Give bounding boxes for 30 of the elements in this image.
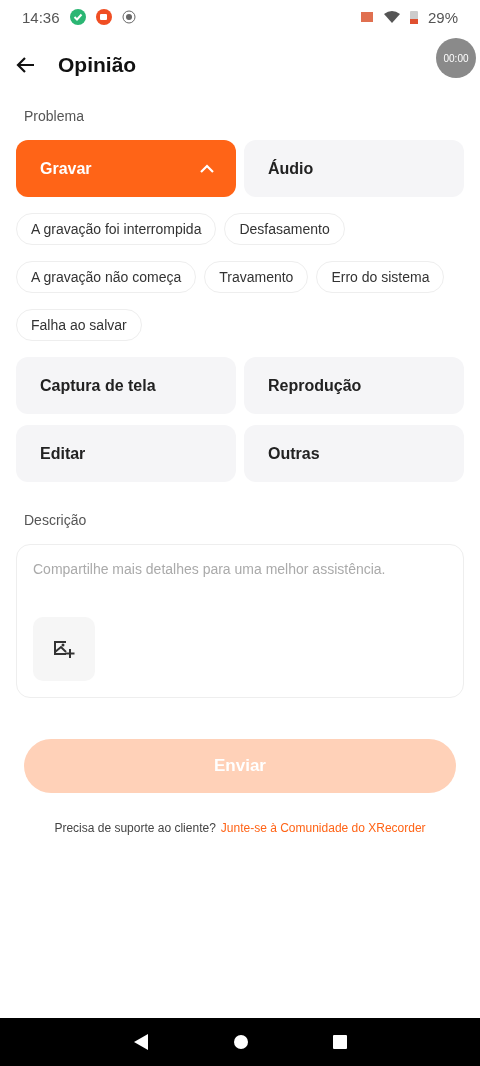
target-icon — [121, 10, 136, 24]
section-label: Problema — [23, 107, 85, 126]
wifi-icon — [383, 11, 400, 23]
home-nav-icon[interactable] — [234, 1035, 248, 1049]
category-button[interactable]: Captura de tela — [16, 357, 236, 414]
check-icon — [69, 9, 86, 25]
section-label: Descrição — [23, 511, 88, 530]
category-button[interactable]: Reprodução — [244, 357, 464, 414]
support-text: Precisa de suporte ao cliente? — [54, 821, 216, 835]
issue-chip[interactable]: Falha ao salvar — [16, 309, 142, 341]
issue-chip[interactable]: Travamento — [204, 261, 309, 293]
record-icon — [95, 9, 112, 25]
issue-chip[interactable]: Erro do sistema — [316, 261, 445, 293]
battery-percent: 29% — [427, 8, 458, 26]
category-button[interactable]: Áudio — [244, 140, 464, 197]
chevron-up-icon — [200, 164, 214, 173]
page-title: Opinião — [58, 53, 137, 77]
back-nav-icon[interactable] — [132, 1033, 149, 1051]
battery-icon — [409, 10, 418, 24]
category-button[interactable]: Editar — [16, 425, 236, 482]
add-image-button[interactable] — [33, 617, 95, 681]
issue-chip[interactable]: A gravação foi interrompida — [16, 213, 217, 245]
issue-chip[interactable]: Desfasamento — [224, 213, 345, 245]
issue-chip[interactable]: A gravação não começa — [16, 261, 197, 293]
category-button[interactable]: Outras — [244, 425, 464, 482]
back-arrow-icon[interactable] — [16, 55, 36, 75]
image-plus-icon — [53, 639, 75, 659]
status-time: 14:36 — [22, 8, 60, 26]
cast-icon — [359, 11, 374, 23]
recents-nav-icon[interactable] — [333, 1035, 348, 1049]
